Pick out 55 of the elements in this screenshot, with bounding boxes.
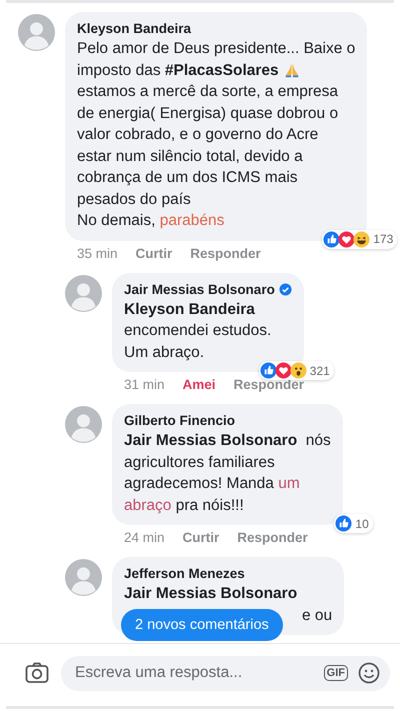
comment-text: imposto das [77, 60, 162, 80]
comment-text: um [278, 474, 300, 494]
avatar-icon[interactable] [65, 406, 102, 443]
comment-text: pra nóis!!! [174, 496, 244, 516]
mention-link[interactable]: Kleyson Bandeira [124, 298, 255, 320]
comment-time: 35 min [77, 246, 118, 260]
like-reaction-icon [323, 230, 340, 248]
camera-icon[interactable] [25, 662, 49, 684]
comment-text: cobrança de um dos ICMS mais [77, 168, 298, 188]
hashtag-link[interactable]: #PlacasSolares [164, 60, 279, 81]
comment-text: estar num silêncio total, devido a [77, 146, 303, 166]
comment-time: 24 min [124, 530, 165, 545]
reaction-summary[interactable]: 321 [258, 361, 334, 380]
comment-text: nós [304, 431, 331, 451]
like-button[interactable]: Amei [182, 377, 216, 392]
comment-text: e ou [302, 606, 332, 626]
comment-author[interactable]: Jefferson Menezes [124, 565, 245, 583]
heart-reaction-icon [274, 362, 292, 379]
reply-input-field[interactable]: Escreva uma resposta... GIF [61, 656, 390, 690]
like-button[interactable]: Curtir [182, 530, 220, 545]
reply-button[interactable]: Responder [237, 530, 308, 545]
comment-text: de energia( Energisa) quase dobrou o [77, 104, 338, 124]
comment-text: Um abraço. [124, 342, 204, 362]
comment-author[interactable]: Jair Messias Bolsonaro [124, 280, 275, 298]
mention-link[interactable]: Jair Messias Bolsonaro [124, 430, 298, 452]
comment-text: No demais, [77, 211, 156, 231]
comment-text: agricultores familiares [124, 452, 275, 472]
like-button[interactable]: Curtir [136, 246, 172, 260]
comment-text: valor cobrado, e o governo do Acre [77, 125, 318, 145]
mention-link[interactable]: Jair Messias Bolsonaro [124, 583, 298, 604]
reaction-summary[interactable]: 173 [322, 230, 398, 248]
like-reaction-icon [335, 515, 352, 532]
new-comments-button[interactable]: 2 novos comentários [121, 609, 283, 641]
comment-text: estamos a mercê da sorte, a empresa [77, 82, 338, 102]
comment-text: agradecemos! Manda [124, 474, 275, 494]
surprised-face-icon [290, 362, 307, 379]
comment-time: 31 min [124, 377, 165, 392]
avatar-icon[interactable] [18, 14, 55, 51]
reaction-summary[interactable]: 10 [334, 514, 373, 533]
comment-text: Pelo amor de Deus presidente... Baixe o [77, 39, 356, 59]
heart-reaction-icon [338, 230, 356, 248]
reply-button[interactable]: Responder [190, 246, 261, 260]
avatar-icon[interactable] [65, 274, 102, 312]
smiley-icon[interactable] [358, 662, 380, 684]
comment-text: parabéns [160, 211, 224, 231]
laughing-face-icon [353, 230, 370, 248]
like-reaction-icon [260, 362, 277, 379]
avatar-icon[interactable] [65, 559, 102, 596]
comment-text: pesados do país [77, 190, 191, 210]
comment-text: abraço [124, 496, 172, 516]
comment-author[interactable]: Kleyson Bandeira [77, 20, 192, 38]
comment-text: encomendei estudos. [124, 321, 272, 341]
reply-button[interactable]: Responder [234, 377, 304, 392]
gif-button[interactable]: GIF [324, 665, 348, 681]
comment-author[interactable]: Gilberto Finencio [124, 412, 236, 430]
